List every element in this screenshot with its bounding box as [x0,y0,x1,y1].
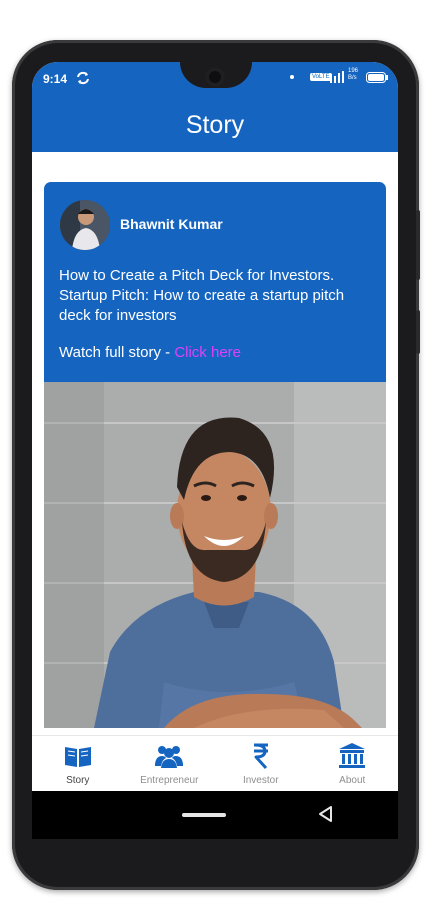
nav-item-about[interactable]: About [307,736,399,791]
rupee-icon [246,742,276,770]
signal-icon [330,71,344,86]
group-icon [154,742,184,770]
story-title: How to Create a Pitch Deck for Investors… [59,267,345,324]
nav-label-about: About [339,775,366,786]
nav-label-story: Story [66,775,90,786]
watch-line: Watch full story - Click here [59,344,241,361]
app-bar: Story [32,98,398,152]
nav-label-investor: Investor [242,775,279,786]
battery-icon [366,72,388,86]
author-avatar[interactable] [60,200,110,250]
bank-icon [337,742,367,770]
power-button [416,210,420,280]
story-card[interactable]: Bhawnit Kumar How to Create a Pitch Deck… [44,182,386,382]
dot-icon [290,75,294,79]
sync-icon [76,71,90,88]
story-image [44,382,386,728]
nav-item-entrepreneur[interactable]: Entrepreneur [124,736,216,791]
speed-readout: 196 B/s [348,68,359,81]
front-camera [205,67,225,87]
page-title: Story [185,110,245,139]
status-time: 9:14 [43,72,68,86]
book-icon [63,742,93,770]
nav-item-story[interactable]: Story [32,736,124,791]
system-navigation-bar [32,791,398,839]
nav-label-entrepreneur: Entrepreneur [140,775,199,786]
phone-screen: 9:14 VoLTE 196 B/s Story Bhawnit Kumar H… [32,62,398,791]
watch-prefix: Watch full story - [59,344,175,361]
network-badge: VoLTE [310,73,332,81]
author-name[interactable]: Bhawnit Kumar [120,216,223,232]
volume-button [416,310,420,354]
nav-item-investor[interactable]: Investor [215,736,307,791]
bottom-navigation: Story Entrepreneur Investor About [32,735,398,791]
back-triangle-icon[interactable] [317,805,335,828]
click-here-link[interactable]: Click here [174,344,241,361]
status-bar: 9:14 VoLTE 196 B/s [32,62,398,98]
home-pill[interactable] [182,813,226,817]
